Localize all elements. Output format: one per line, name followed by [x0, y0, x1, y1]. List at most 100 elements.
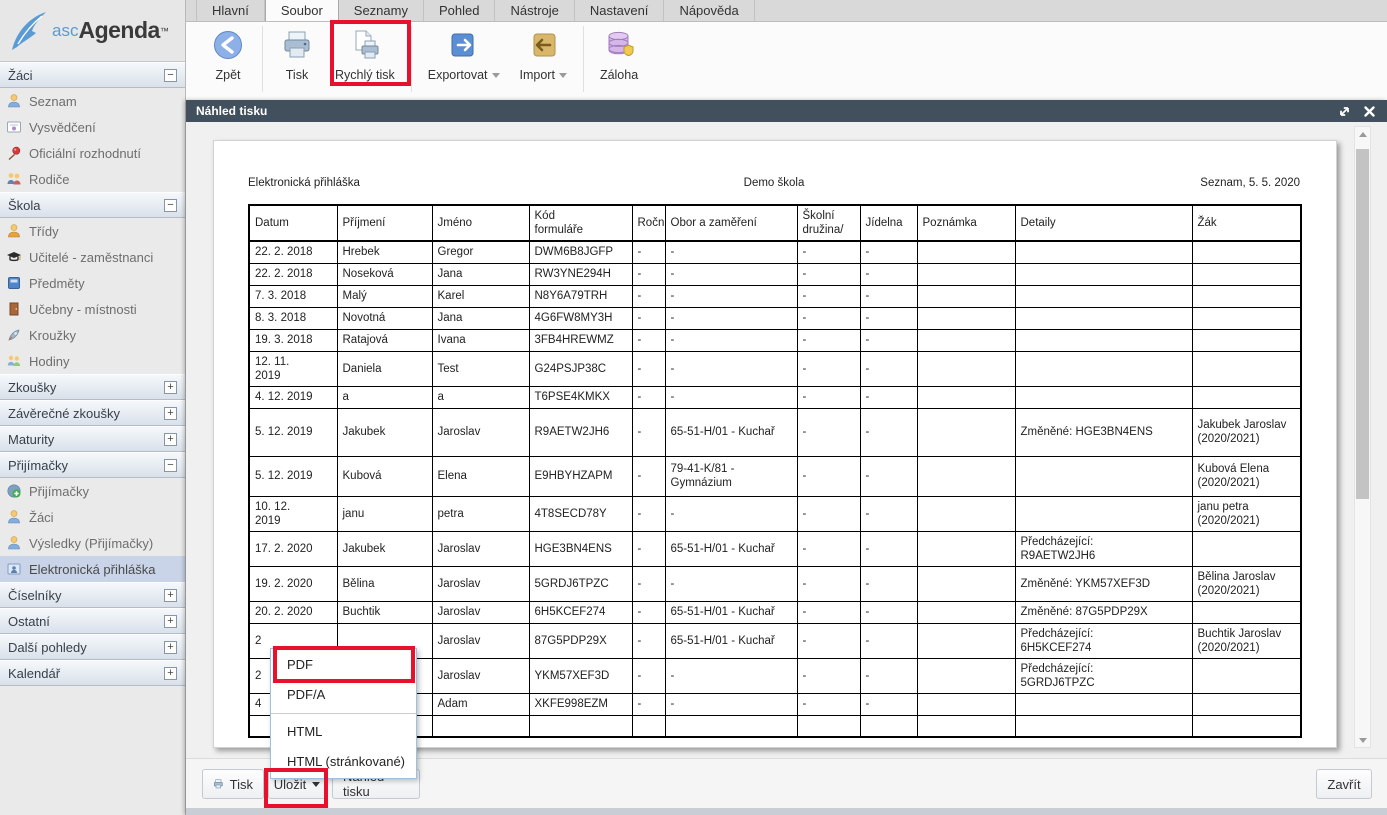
table-cell: -	[860, 456, 917, 496]
menu-tab[interactable]: Nástroje	[495, 0, 574, 21]
preview-table-header-row: DatumPříjmeníJménoKód formulářeRočníkObo…	[249, 205, 1301, 241]
column-header: Detaily	[1015, 205, 1192, 241]
menu-tab[interactable]: Seznamy	[339, 0, 424, 21]
sidebar-item[interactable]: Třídy	[0, 218, 185, 244]
expand-icon[interactable]: +	[164, 589, 177, 602]
collapse-icon[interactable]: −	[164, 199, 177, 212]
table-cell: -	[797, 386, 860, 408]
collapse-icon[interactable]: −	[164, 459, 177, 472]
table-cell: Změněné: YKM57XEF3D	[1015, 566, 1192, 601]
sidebar-section-header[interactable]: Kalendář+	[0, 660, 185, 686]
sidebar-item[interactable]: Rodiče	[0, 166, 185, 192]
table-cell: 22. 2. 2018	[249, 241, 337, 263]
scrollbar-thumb[interactable]	[1356, 149, 1369, 499]
sidebar-item[interactable]: Výsledky (Přijímačky)	[0, 530, 185, 556]
sidebar-item[interactable]: Učitelé - zaměstnanci	[0, 244, 185, 270]
column-header: Poznámka	[917, 205, 1015, 241]
save-menu-item[interactable]: HTML (stránkované)	[271, 747, 416, 777]
import-icon	[526, 28, 560, 62]
table-cell: janu petra (2020/2021)	[1192, 496, 1301, 531]
close-button[interactable]: Zavřít	[1316, 769, 1372, 799]
sidebar-item[interactable]: Žáci	[0, 504, 185, 530]
table-cell: -	[797, 285, 860, 307]
table-cell: 79-41-K/81 - Gymnázium	[665, 456, 797, 496]
sidebar-item[interactable]: Kroužky	[0, 322, 185, 348]
table-cell: -	[797, 658, 860, 693]
sidebar-section-header[interactable]: Ostatní+	[0, 608, 185, 634]
chevron-down-icon[interactable]	[559, 73, 567, 78]
export-button[interactable]: Exportovat	[418, 22, 510, 86]
back-button[interactable]: Zpět	[200, 22, 256, 86]
table-cell: Ratajová	[337, 329, 432, 351]
sidebar-item[interactable]: Vysvědčení	[0, 114, 185, 140]
sidebar-item[interactable]: Učebny - místnosti	[0, 296, 185, 322]
table-cell: -	[632, 285, 665, 307]
table-cell	[1192, 241, 1301, 263]
table-row: 7. 3. 2018MalýKarelN8Y6A79TRH----	[249, 285, 1301, 307]
import-button[interactable]: Import	[510, 22, 577, 86]
sidebar: ascAgenda™ Žáci−SeznamVysvědčeníOficiáln…	[0, 0, 186, 815]
menu-tab[interactable]: Pohled	[424, 0, 495, 21]
scroll-down-icon[interactable]	[1355, 733, 1370, 747]
print-button[interactable]: Tisk	[269, 22, 325, 86]
collapse-icon[interactable]: −	[164, 69, 177, 82]
scroll-up-icon[interactable]	[1355, 127, 1370, 141]
sidebar-item-label: Kroužky	[29, 328, 76, 343]
sidebar-item[interactable]: Hodiny	[0, 348, 185, 374]
sidebar-item[interactable]: Oficiální rozhodnutí	[0, 140, 185, 166]
sidebar-item[interactable]: Elektronická přihláška	[0, 556, 185, 582]
sidebar-section-header[interactable]: Číselníky+	[0, 582, 185, 608]
expand-icon[interactable]: +	[164, 615, 177, 628]
column-header: Žák	[1192, 205, 1301, 241]
quick-print-icon	[348, 28, 382, 62]
table-cell: -	[860, 623, 917, 658]
sidebar-section-header[interactable]: Přijímačky−	[0, 452, 185, 478]
expand-icon[interactable]: +	[164, 407, 177, 420]
table-cell	[1192, 658, 1301, 693]
footer-print-button[interactable]: Tisk	[202, 769, 264, 799]
table-cell: DWM6B8JGFP	[529, 241, 632, 263]
backup-button[interactable]: Záloha	[590, 22, 648, 86]
sidebar-section-header[interactable]: Závěrečné zkoušky+	[0, 400, 185, 426]
expand-icon[interactable]: +	[164, 381, 177, 394]
menu-tab[interactable]: Nápověda	[664, 0, 754, 21]
save-menu-item[interactable]: HTML	[271, 717, 416, 747]
sidebar-section-header[interactable]: Škola−	[0, 192, 185, 218]
table-cell	[917, 531, 1015, 566]
preview-scrollbar[interactable]	[1354, 126, 1371, 748]
expand-icon[interactable]: +	[164, 667, 177, 680]
quick-print-button[interactable]: Rychlý tisk	[325, 22, 405, 86]
table-cell: E9HBYHZAPM	[529, 456, 632, 496]
sidebar-nav: Žáci−SeznamVysvědčeníOficiální rozhodnut…	[0, 62, 185, 686]
table-cell: Jaroslav	[432, 408, 529, 456]
chevron-down-icon[interactable]	[492, 73, 500, 78]
maximize-icon[interactable]	[1337, 104, 1352, 119]
sidebar-section-header[interactable]: Žáci−	[0, 62, 185, 88]
table-cell: Změněné: HGE3BN4ENS	[1015, 408, 1192, 456]
table-cell	[1015, 307, 1192, 329]
table-cell: -	[860, 307, 917, 329]
sidebar-item[interactable]: Přijímačky	[0, 478, 185, 504]
menu-tab[interactable]: Hlavní	[196, 0, 265, 21]
sidebar-item-label: Elektronická přihláška	[29, 562, 155, 577]
menu-tab[interactable]: Soubor	[265, 0, 339, 21]
close-icon[interactable]	[1362, 104, 1377, 119]
sidebar-item[interactable]: Předměty	[0, 270, 185, 296]
table-cell	[1192, 329, 1301, 351]
sidebar-section-header[interactable]: Zkoušky+	[0, 374, 185, 400]
sidebar-section-header[interactable]: Další pohledy+	[0, 634, 185, 660]
table-cell: 87G5PDP29X	[529, 623, 632, 658]
save-menu-item[interactable]: PDF	[271, 650, 416, 680]
table-row: 22. 2. 2018NosekováJanaRW3YNE294H----	[249, 263, 1301, 285]
table-cell	[1015, 285, 1192, 307]
sidebar-section-header[interactable]: Maturity+	[0, 426, 185, 452]
save-menu-item[interactable]: PDF/A	[271, 680, 416, 710]
sidebar-item[interactable]: Seznam	[0, 88, 185, 114]
table-cell: 8. 3. 2018	[249, 307, 337, 329]
toolbar-separator	[411, 26, 412, 92]
expand-icon[interactable]: +	[164, 641, 177, 654]
expand-icon[interactable]: +	[164, 433, 177, 446]
menu-tab[interactable]: Nastavení	[575, 0, 665, 21]
table-cell: 10. 12. 2019	[249, 496, 337, 531]
table-cell: -	[665, 566, 797, 601]
